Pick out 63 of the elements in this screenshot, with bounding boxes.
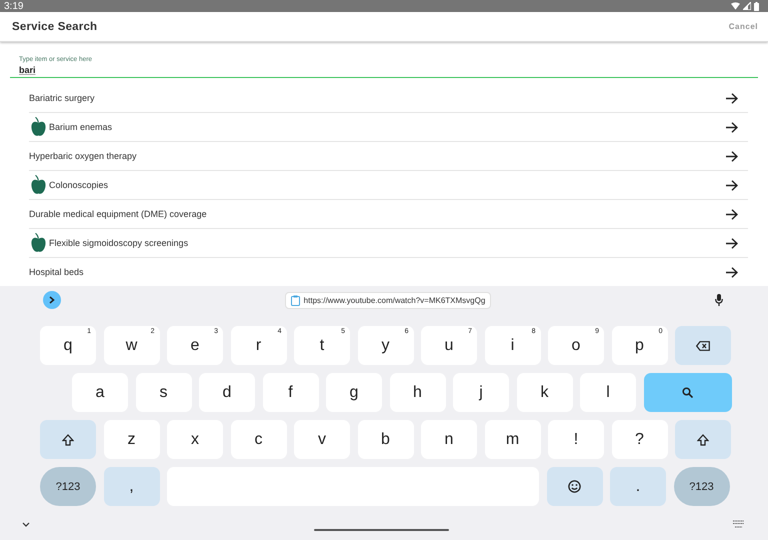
chevron-right-icon — [49, 296, 55, 304]
emoji-key[interactable] — [546, 467, 602, 506]
gesture-handle[interactable] — [314, 529, 449, 531]
result-item[interactable]: Hyperbaric oxygen therapy — [29, 142, 748, 171]
wifi-icon — [731, 2, 740, 10]
key[interactable]: a — [72, 373, 128, 412]
key[interactable]: x — [167, 420, 223, 459]
key[interactable]: h — [390, 373, 446, 412]
expand-button[interactable] — [43, 291, 61, 309]
result-item[interactable]: Flexible sigmoidoscopy screenings — [29, 229, 748, 258]
arrow-right-icon — [726, 92, 738, 104]
key[interactable]: d — [199, 373, 255, 412]
key[interactable]: j — [453, 373, 509, 412]
clipboard-icon — [290, 294, 300, 306]
result-item[interactable]: Bariatric surgery — [29, 84, 748, 113]
result-label: Colonoscopies — [49, 180, 110, 190]
key[interactable]: z — [104, 420, 160, 459]
search-icon — [682, 387, 693, 398]
result-label: Flexible sigmoidoscopy screenings — [49, 238, 190, 248]
chevron-down-icon[interactable] — [22, 522, 30, 526]
key[interactable]: s — [136, 373, 192, 412]
smiley-icon — [568, 480, 581, 493]
symbols-key[interactable]: ?123 — [40, 467, 96, 506]
result-label: Bariatric surgery — [29, 93, 96, 103]
result-label: Barium enemas — [49, 122, 114, 132]
backspace-key[interactable] — [675, 326, 731, 365]
key[interactable]: k — [516, 373, 572, 412]
page-title: Service Search — [12, 20, 98, 33]
backspace-icon — [696, 340, 710, 350]
key[interactable]: b — [358, 420, 414, 459]
shift-icon — [62, 434, 74, 446]
key[interactable]: g — [326, 373, 382, 412]
result-item[interactable]: Durable medical equipment (DME) coverage — [29, 200, 748, 229]
key[interactable]: ? — [612, 420, 668, 459]
result-item[interactable]: Colonoscopies — [29, 171, 748, 200]
result-label: Durable medical equipment (DME) coverage — [29, 209, 208, 219]
arrow-right-icon — [726, 238, 738, 248]
key[interactable]: n — [421, 420, 477, 459]
arrow-right-icon — [726, 266, 738, 278]
arrow-right-icon — [726, 150, 738, 162]
result-item[interactable]: Hospital beds — [29, 258, 748, 286]
arrow-right-icon — [726, 180, 738, 190]
clock-time: 3:19 — [4, 0, 24, 12]
clipboard-suggestion[interactable]: https://www.youtube.com/watch?v=MK6TXMsvgQg — [284, 292, 492, 308]
key[interactable]: l — [580, 373, 636, 412]
key[interactable]: c — [230, 420, 286, 459]
key[interactable]: m — [484, 420, 540, 459]
result-label: Hyperbaric oxygen therapy — [29, 151, 138, 161]
key[interactable]: , — [104, 467, 160, 506]
field-value: bari — [19, 65, 37, 75]
shift-icon — [697, 434, 709, 446]
result-label: Hospital beds — [29, 267, 85, 277]
microphone-icon[interactable] — [714, 294, 723, 306]
signal-icon — [743, 2, 751, 10]
arrow-right-icon — [726, 208, 738, 220]
symbols-key[interactable]: ?123 — [674, 467, 730, 506]
key[interactable]: v — [294, 420, 350, 459]
keyboard-icon[interactable] — [733, 520, 744, 528]
key[interactable]: . — [610, 467, 666, 506]
result-item[interactable]: Barium enemas — [29, 113, 748, 142]
arrow-right-icon — [726, 122, 738, 132]
key[interactable]: f — [262, 373, 318, 412]
key[interactable]: ! — [548, 420, 604, 459]
